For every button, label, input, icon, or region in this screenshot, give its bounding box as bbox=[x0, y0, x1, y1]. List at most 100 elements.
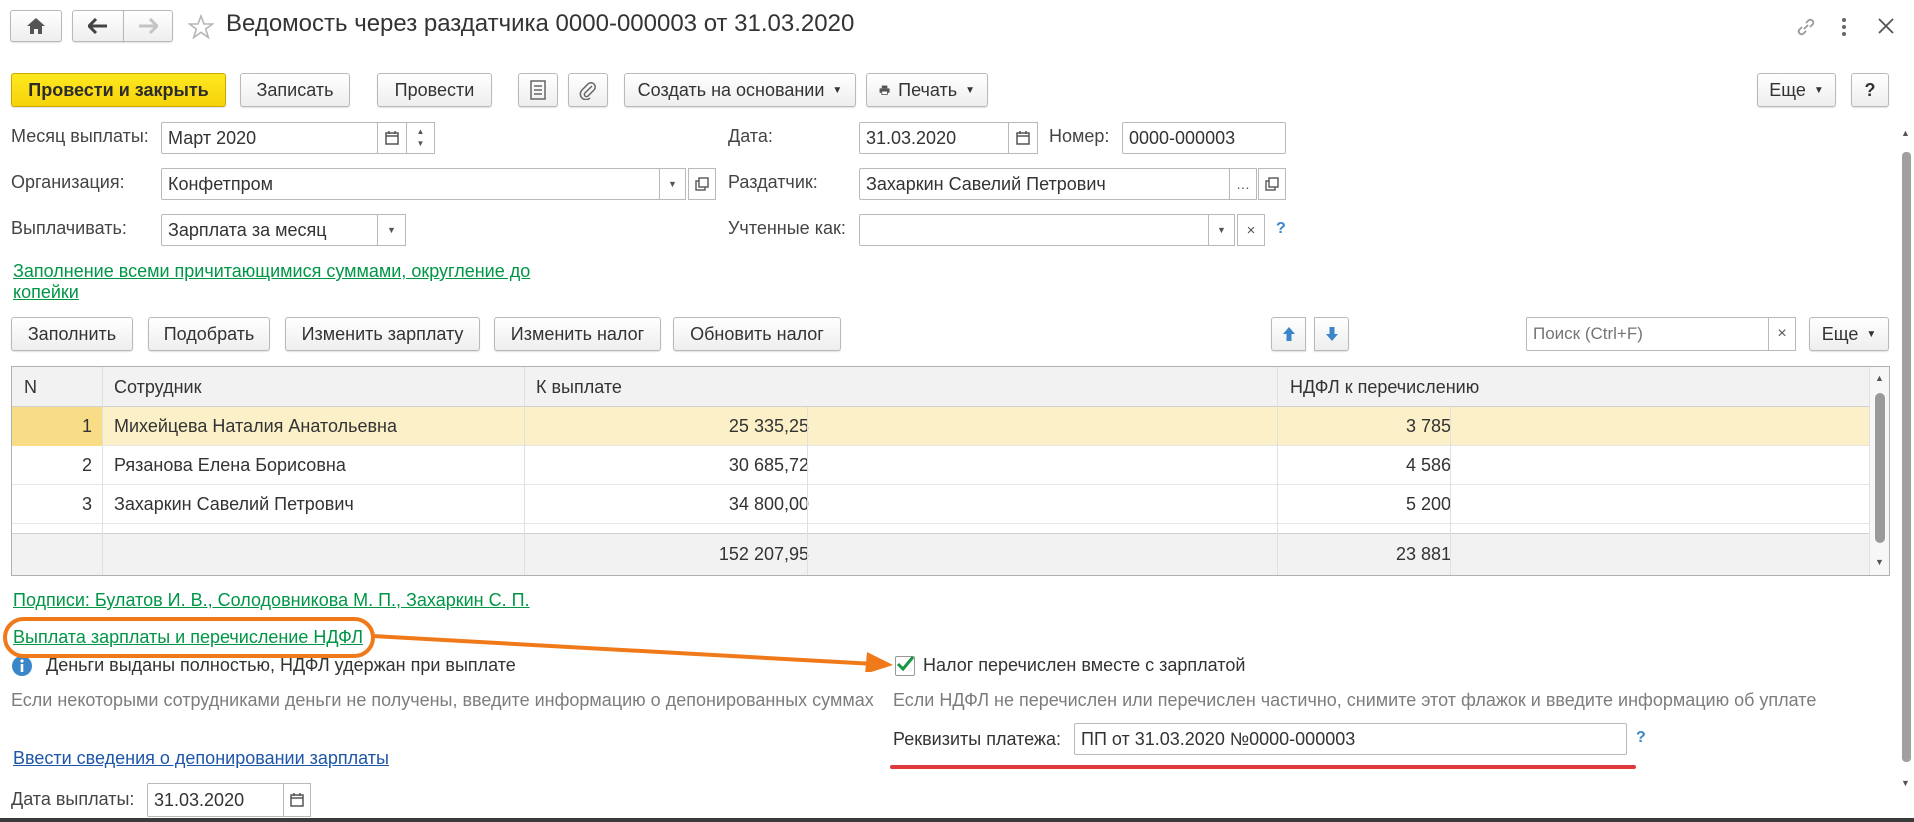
month-spinner[interactable]: ▲ ▼ bbox=[406, 122, 435, 154]
pick-button[interactable]: Подобрать bbox=[148, 317, 270, 351]
calendar-icon bbox=[385, 131, 399, 145]
counted-as-input[interactable] bbox=[859, 214, 1209, 246]
dropdown-caret-icon: ▼ bbox=[832, 84, 843, 96]
fill-settings-link-line2[interactable]: копейки bbox=[13, 282, 79, 303]
annotation-arrow bbox=[371, 634, 893, 672]
column-divider bbox=[524, 367, 525, 575]
pay-date-calendar-button[interactable] bbox=[283, 783, 311, 817]
page-scrollbar-thumb[interactable] bbox=[1902, 152, 1911, 762]
create-on-basis-button[interactable]: Создать на основании ▼ bbox=[624, 73, 856, 107]
pay-type-dropdown-button[interactable]: ▼ bbox=[377, 214, 406, 246]
move-down-button[interactable] bbox=[1314, 317, 1349, 351]
post-button[interactable]: Провести bbox=[377, 73, 492, 107]
print-button[interactable]: Печать ▼ bbox=[866, 73, 988, 107]
pay-type-input[interactable]: Зарплата за месяц bbox=[161, 214, 378, 246]
more-vertical-icon[interactable] bbox=[1838, 15, 1850, 39]
pay-date-label: Дата выплаты: bbox=[11, 789, 135, 809]
arrow-up-icon bbox=[1282, 327, 1295, 341]
counted-as-help[interactable]: ? bbox=[1276, 220, 1286, 238]
counted-as-dropdown-button[interactable]: ▼ bbox=[1208, 214, 1235, 246]
change-salary-button[interactable]: Изменить зарплату bbox=[285, 317, 480, 351]
column-header-n[interactable]: N bbox=[24, 377, 37, 398]
column-divider bbox=[807, 407, 808, 575]
change-tax-button[interactable]: Изменить налог bbox=[494, 317, 661, 351]
column-header-tax[interactable]: НДФЛ к перечислению bbox=[1290, 377, 1479, 398]
tax-paid-label[interactable]: Налог перечислен вместе с зарплатой bbox=[923, 655, 1245, 676]
pay-date-input[interactable]: 31.03.2020 bbox=[147, 783, 284, 817]
fill-button[interactable]: Заполнить bbox=[11, 317, 133, 351]
more-button[interactable]: Еще ▼ bbox=[1757, 73, 1836, 107]
date-input[interactable]: 31.03.2020 bbox=[859, 122, 1009, 154]
table-scrollbar[interactable]: ▲ ▼ bbox=[1869, 367, 1889, 575]
row-employee: Михейцева Наталия Анатольевна bbox=[114, 416, 397, 436]
more-label: Еще bbox=[1769, 79, 1806, 100]
organization-open-button[interactable] bbox=[688, 168, 716, 200]
month-calendar-button[interactable] bbox=[377, 122, 407, 154]
month-input[interactable]: Март 2020 bbox=[161, 122, 378, 154]
deposit-hint: Если некоторыми сотрудниками деньги не п… bbox=[11, 690, 874, 710]
help-button[interactable]: ? bbox=[1851, 73, 1889, 107]
row-employee: Рязанова Елена Борисовна bbox=[114, 455, 346, 475]
scroll-up-icon[interactable]: ▲ bbox=[1901, 128, 1910, 138]
deposit-link[interactable]: Ввести сведения о депонировании зарплаты bbox=[13, 748, 389, 769]
scroll-down-icon[interactable]: ▼ bbox=[1901, 778, 1910, 788]
signatures-link[interactable]: Подписи: Булатов И. В., Солодовникова М.… bbox=[13, 590, 530, 611]
column-header-employee[interactable]: Сотрудник bbox=[114, 377, 201, 398]
scroll-up-icon[interactable]: ▲ bbox=[1875, 373, 1884, 383]
spin-up-icon[interactable]: ▲ bbox=[417, 126, 425, 138]
update-tax-button[interactable]: Обновить налог bbox=[673, 317, 841, 351]
organization-dropdown-button[interactable]: ▼ bbox=[659, 168, 686, 200]
arrow-down-icon bbox=[1325, 327, 1338, 341]
distributor-input[interactable]: Захаркин Савелий Петрович bbox=[859, 168, 1230, 200]
dropdown-caret-icon: ▼ bbox=[1813, 84, 1824, 96]
favorite-star-icon[interactable] bbox=[188, 14, 214, 40]
dropdown-caret-icon: ▼ bbox=[1217, 225, 1226, 235]
page-scrollbar[interactable]: ▲ ▼ bbox=[1899, 128, 1914, 794]
back-button[interactable] bbox=[72, 10, 124, 42]
row-amount: 25 335,25 bbox=[728, 416, 809, 436]
search-clear-button[interactable]: × bbox=[1768, 317, 1796, 351]
save-button[interactable]: Записать bbox=[240, 73, 350, 107]
post-and-close-button[interactable]: Провести и закрыть bbox=[11, 73, 226, 107]
payment-details-input[interactable]: ПП от 31.03.2020 №0000-000003 bbox=[1074, 723, 1627, 755]
number-input[interactable]: 0000-000003 bbox=[1122, 122, 1286, 154]
search-input[interactable] bbox=[1526, 317, 1769, 351]
home-icon bbox=[27, 18, 45, 34]
fill-settings-link-line1[interactable]: Заполнение всеми причитающимися суммами,… bbox=[13, 261, 530, 282]
column-header-amount[interactable]: К выплате bbox=[536, 377, 622, 398]
report-button[interactable] bbox=[518, 73, 558, 107]
distributor-open-button[interactable] bbox=[1258, 168, 1286, 200]
counted-as-clear-button[interactable]: × bbox=[1237, 214, 1265, 246]
move-up-button[interactable] bbox=[1271, 317, 1306, 351]
number-label: Номер: bbox=[1049, 126, 1110, 146]
payment-details-label: Реквизиты платежа: bbox=[893, 729, 1061, 749]
document-icon bbox=[530, 80, 546, 100]
row-n: 2 bbox=[81, 455, 92, 475]
distributor-select-button[interactable]: … bbox=[1229, 168, 1257, 200]
month-label: Месяц выплаты: bbox=[11, 126, 149, 146]
paperclip-icon bbox=[579, 82, 596, 100]
link-icon[interactable] bbox=[1795, 16, 1817, 38]
printer-icon bbox=[879, 85, 890, 95]
pay-type-label: Выплачивать: bbox=[11, 218, 127, 238]
home-button[interactable] bbox=[10, 10, 62, 42]
total-amount: 152 207,95 bbox=[718, 544, 809, 564]
date-calendar-button[interactable] bbox=[1008, 122, 1038, 154]
row-tax: 5 200 bbox=[1405, 494, 1451, 514]
scroll-down-icon[interactable]: ▼ bbox=[1875, 557, 1884, 567]
arrow-right-icon bbox=[139, 18, 158, 34]
annotation-highlight-ellipse bbox=[3, 617, 375, 658]
spin-down-icon[interactable]: ▼ bbox=[417, 138, 425, 150]
payment-details-help[interactable]: ? bbox=[1636, 729, 1646, 747]
organization-input[interactable]: Конфетпром bbox=[161, 168, 660, 200]
table-more-button[interactable]: Еще ▼ bbox=[1809, 317, 1889, 351]
close-icon[interactable] bbox=[1877, 17, 1895, 35]
table-scrollbar-thumb[interactable] bbox=[1875, 393, 1885, 543]
column-divider bbox=[102, 367, 103, 575]
employees-table: N Сотрудник К выплате НДФЛ к перечислени… bbox=[11, 366, 1890, 576]
row-tax: 3 785 bbox=[1405, 416, 1451, 436]
row-employee: Захаркин Савелий Петрович bbox=[114, 494, 354, 514]
forward-button[interactable] bbox=[123, 10, 173, 42]
calendar-icon bbox=[290, 793, 304, 807]
attach-button[interactable] bbox=[568, 73, 608, 107]
